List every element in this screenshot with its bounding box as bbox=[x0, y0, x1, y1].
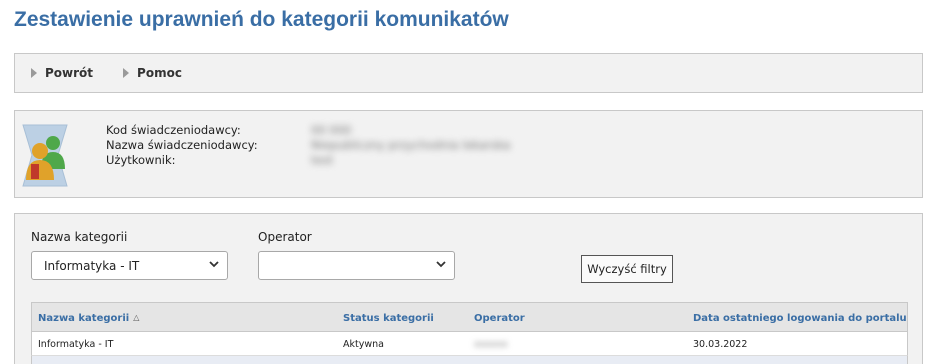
table-row-empty bbox=[31, 356, 908, 364]
provider-code-value: 00 000 bbox=[311, 123, 352, 137]
chevron-down-icon bbox=[436, 261, 446, 268]
category-filter-label: Nazwa kategorii bbox=[31, 230, 128, 244]
back-button[interactable]: Powrót bbox=[31, 66, 93, 80]
toolbar: Powrót Pomoc bbox=[14, 53, 923, 93]
provider-name-label: Nazwa świadczeniodawcy: bbox=[106, 138, 258, 152]
operator-filter-label: Operator bbox=[258, 230, 312, 244]
cell-operator: xxxxxx bbox=[474, 339, 508, 350]
cell-category: Informatyka - IT bbox=[38, 339, 114, 350]
permissions-table: Nazwa kategorii △ Status kategorii Operat… bbox=[31, 302, 908, 364]
users-icon bbox=[22, 124, 68, 187]
provider-code-label: Kod świadczeniodawcy: bbox=[106, 123, 241, 137]
provider-name-value: Niepubliczny przychodnia lekarska bbox=[311, 138, 511, 152]
arrow-right-icon bbox=[123, 68, 130, 78]
filter-panel: Nazwa kategorii Informatyka - IT Operato… bbox=[14, 213, 923, 364]
column-header-operator[interactable]: Operator bbox=[474, 313, 525, 324]
column-header-status[interactable]: Status kategorii bbox=[343, 313, 434, 324]
arrow-right-icon bbox=[31, 68, 37, 78]
column-header-category[interactable]: Nazwa kategorii △ bbox=[38, 313, 139, 324]
user-label: Użytkownik: bbox=[106, 153, 176, 167]
cell-status: Aktywna bbox=[343, 339, 384, 350]
column-header-last-login[interactable]: Data ostatniego logowania do portalu bbox=[693, 313, 907, 324]
info-values: 00 000 Niepubliczny przychodnia lekarska… bbox=[311, 123, 510, 168]
operator-select[interactable] bbox=[258, 251, 455, 280]
help-label: Pomoc bbox=[137, 66, 182, 80]
user-value: test bbox=[311, 153, 334, 167]
clear-filters-button[interactable]: Wyczyść filtry bbox=[581, 255, 673, 283]
table-row[interactable]: Informatyka - IT Aktywna xxxxxx 30.03.20… bbox=[31, 332, 908, 356]
provider-info-panel: Kod świadczeniodawcy: Nazwa świadczeniod… bbox=[14, 110, 923, 198]
info-labels: Kod świadczeniodawcy: Nazwa świadczeniod… bbox=[106, 123, 258, 168]
sort-asc-icon: △ bbox=[133, 313, 140, 322]
category-select-value: Informatyka - IT bbox=[44, 258, 140, 273]
cell-last-login: 30.03.2022 bbox=[693, 339, 748, 350]
table-header: Nazwa kategorii △ Status kategorii Operat… bbox=[31, 302, 908, 332]
help-button[interactable]: Pomoc bbox=[123, 66, 182, 80]
back-label: Powrót bbox=[45, 66, 94, 80]
category-select[interactable]: Informatyka - IT bbox=[31, 251, 228, 280]
page-title: Zestawienie uprawnień do kategorii komun… bbox=[14, 8, 509, 31]
chevron-down-icon bbox=[209, 261, 219, 268]
